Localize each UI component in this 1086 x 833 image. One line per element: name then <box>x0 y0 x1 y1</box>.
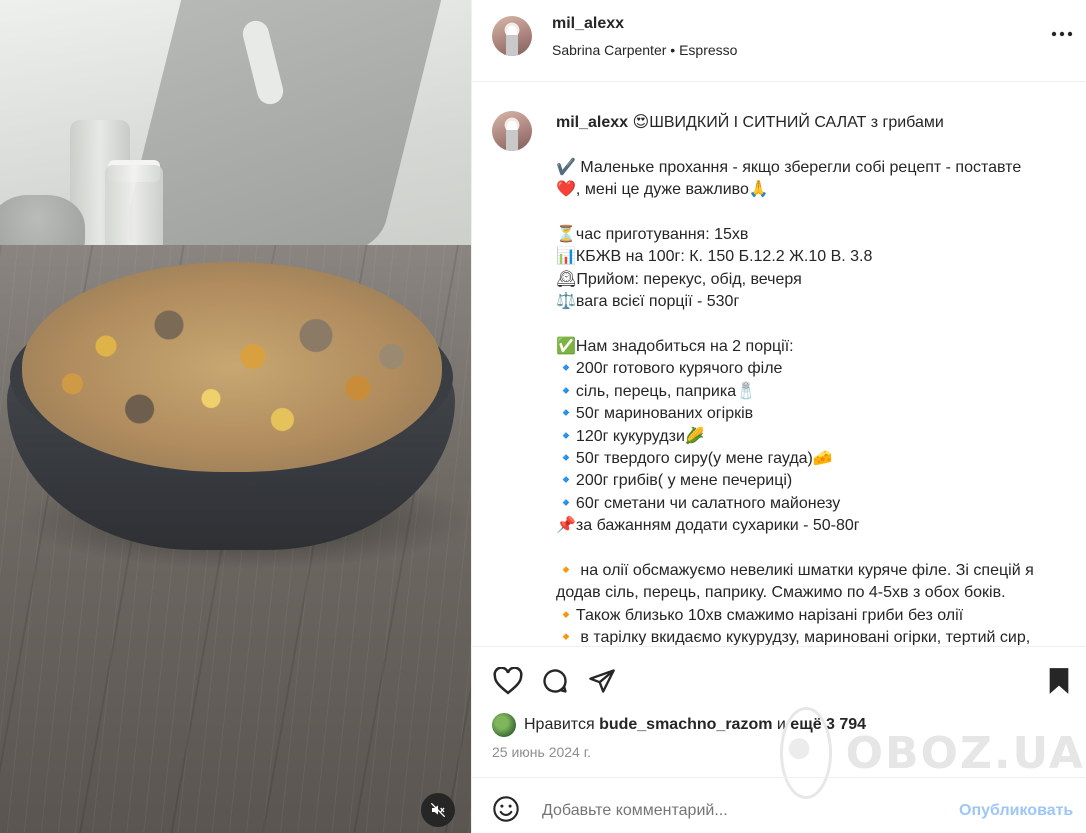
post-header: mil_alexx Sabrina Carpenter • Espresso <box>472 0 1086 82</box>
caption-line: ❤️, мені це дуже важливо🙏 <box>556 181 769 199</box>
liker-username[interactable]: bude_smachno_razom <box>599 716 772 734</box>
more-options-button[interactable] <box>1050 22 1074 46</box>
likes-prefix: Нравится <box>524 716 595 733</box>
liker-avatar[interactable] <box>492 713 516 737</box>
more-horizontal-icon <box>1051 31 1073 37</box>
comment-button[interactable] <box>539 665 571 697</box>
post-date[interactable]: 25 июнь 2024 г. <box>492 744 591 760</box>
caption-lines: ✔️ Маленьке прохання - якщо зберегли соб… <box>556 157 1081 645</box>
share-button[interactable] <box>586 665 618 697</box>
comment-bubble-icon <box>543 669 567 693</box>
caption-line: ⏳час приготування: 15хв <box>556 226 749 243</box>
post-side-panel: mil_alexx Sabrina Carpenter • Espresso m… <box>471 0 1086 833</box>
comment-input[interactable] <box>542 802 942 820</box>
caption-line: ✅Нам знадобиться на 2 порції: <box>556 338 794 356</box>
caption-line: додав сіль, перець, паприку. Смажимо по … <box>556 584 1006 602</box>
caption-author-avatar[interactable] <box>492 111 532 151</box>
avatar-figure <box>506 26 518 56</box>
caption-username[interactable]: mil_alexx <box>556 114 628 131</box>
caption-line: ✔️ Маленьке прохання - якщо зберегли соб… <box>556 158 1022 176</box>
caption-line: 🔹сіль, перець, паприка🧂 <box>556 382 757 400</box>
post-caption: mil_alexx 😍ШВИДКИЙ І СИТНИЙ САЛАТ з гриб… <box>472 83 1086 645</box>
caption-line: 🔸 в тарілку вкидаємо кукурудзу, маринова… <box>556 629 1031 645</box>
author-username[interactable]: mil_alexx <box>552 15 624 33</box>
emoji-button[interactable] <box>492 795 522 825</box>
like-button[interactable] <box>492 665 524 697</box>
caption-line: 🔹60г сметани чи салатного майонезу <box>556 494 841 512</box>
caption-line: 🔹120г кукурудзи🌽 <box>556 427 705 445</box>
caption-text: mil_alexx 😍ШВИДКИЙ І СИТНИЙ САЛАТ з гриб… <box>556 112 1081 645</box>
heart-icon <box>493 667 523 695</box>
caption-line: 🔹200г грибів( у мене печериці) <box>556 472 793 490</box>
media-salad <box>22 262 442 472</box>
caption-line: 🕰Прийом: перекус, обід, вечеря <box>556 270 802 288</box>
post-viewer: mil_alexx Sabrina Carpenter • Espresso m… <box>0 0 1086 833</box>
speaker-muted-icon <box>430 802 446 818</box>
caption-line: 📌за бажанням додати сухарики - 50-80г <box>556 517 860 535</box>
author-avatar[interactable] <box>492 16 532 56</box>
publish-button[interactable]: Опубликовать <box>959 802 1073 820</box>
caption-title: 😍ШВИДКИЙ І СИТНИЙ САЛАТ з грибами <box>632 114 944 131</box>
audio-track[interactable]: Sabrina Carpenter • Espresso <box>552 42 737 58</box>
caption-line: 🔹50г маринованих огірків <box>556 405 754 423</box>
paper-plane-icon <box>589 669 615 693</box>
post-media[interactable] <box>0 0 471 833</box>
avatar-figure <box>506 121 518 151</box>
caption-line: 🔸 на олії обсмажуємо невеликі шматки кур… <box>556 562 1034 580</box>
comment-bar: Опубликовать <box>472 777 1086 833</box>
smiley-face-icon <box>493 796 519 822</box>
caption-line: 🔹200г готового курячого філе <box>556 360 783 378</box>
caption-line: 🔹50г твердого сиру(у мене гауда)🧀 <box>556 450 833 468</box>
watermark-text: OBOZ.UA <box>845 727 1085 779</box>
caption-line: 🔸Також близько 10хв смажимо нарізані гри… <box>556 606 964 624</box>
mute-button[interactable] <box>421 793 455 827</box>
caption-line: 📊КБЖВ на 100г: К. 150 Б.12.2 Ж.10 В. 3.8 <box>556 248 873 266</box>
caption-line: ⚖️вага всієї порції - 530г <box>556 293 740 311</box>
